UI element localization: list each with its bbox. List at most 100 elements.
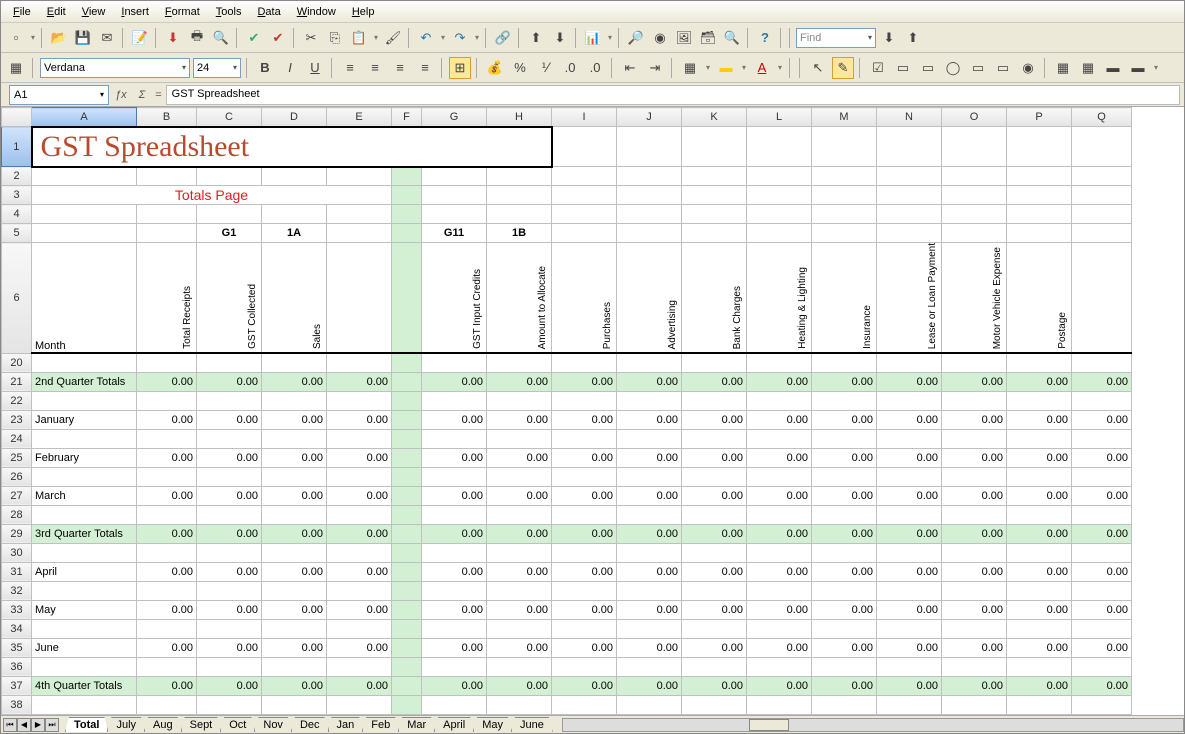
- cell-I34[interactable]: [552, 619, 617, 638]
- horizontal-scrollbar[interactable]: [562, 718, 1184, 732]
- italic-button[interactable]: I: [279, 57, 301, 79]
- cell-F37[interactable]: [392, 676, 422, 695]
- menu-tools[interactable]: Tools: [208, 3, 250, 21]
- cell-N22[interactable]: [877, 391, 942, 410]
- cell-E38[interactable]: [327, 695, 392, 714]
- cell-B27[interactable]: 0.00: [137, 486, 197, 505]
- cell-K24[interactable]: [682, 429, 747, 448]
- cell-O24[interactable]: [942, 429, 1007, 448]
- cell-Q31[interactable]: 0.00: [1072, 562, 1132, 581]
- cell-Q26[interactable]: [1072, 467, 1132, 486]
- row-header-4[interactable]: 4: [2, 205, 32, 224]
- cell-C37[interactable]: 0.00: [197, 676, 262, 695]
- cell-I35[interactable]: 0.00: [552, 638, 617, 657]
- cell-M35[interactable]: 0.00: [812, 638, 877, 657]
- cell-P22[interactable]: [1007, 391, 1072, 410]
- cell-C25[interactable]: 0.00: [197, 448, 262, 467]
- cell-C22[interactable]: [197, 391, 262, 410]
- col-header-F[interactable]: F: [392, 108, 422, 127]
- cell-C26[interactable]: [197, 467, 262, 486]
- cell-O34[interactable]: [942, 619, 1007, 638]
- cell-J23[interactable]: 0.00: [617, 410, 682, 429]
- cell-J26[interactable]: [617, 467, 682, 486]
- menu-window[interactable]: Window: [289, 3, 344, 21]
- cell-N38[interactable]: [877, 695, 942, 714]
- cell-C27[interactable]: 0.00: [197, 486, 262, 505]
- chart-button[interactable]: 📊: [582, 27, 604, 49]
- cell-E28[interactable]: [327, 505, 392, 524]
- save-button[interactable]: 💾: [72, 27, 94, 49]
- cell-B24[interactable]: [137, 429, 197, 448]
- del-decimal-button[interactable]: .0: [584, 57, 606, 79]
- cell-A33[interactable]: May: [32, 600, 137, 619]
- cell-K31[interactable]: 0.00: [682, 562, 747, 581]
- datasource-button[interactable]: 🗃: [697, 27, 719, 49]
- paste-button[interactable]: 📋: [348, 27, 370, 49]
- cell-D38[interactable]: [262, 695, 327, 714]
- cell-D29[interactable]: 0.00: [262, 524, 327, 543]
- cell-A26[interactable]: [32, 467, 137, 486]
- cell-O32[interactable]: [942, 581, 1007, 600]
- cell-D28[interactable]: [262, 505, 327, 524]
- menu-edit[interactable]: Edit: [39, 3, 74, 21]
- row-header-35[interactable]: 35: [2, 638, 32, 657]
- cell-F28[interactable]: [392, 505, 422, 524]
- menu-data[interactable]: Data: [249, 3, 288, 21]
- cell-O38[interactable]: [942, 695, 1007, 714]
- cell-A36[interactable]: [32, 657, 137, 676]
- cell-H20[interactable]: [487, 353, 552, 372]
- tab-last-button[interactable]: ⏭: [45, 718, 59, 732]
- cell-D31[interactable]: 0.00: [262, 562, 327, 581]
- sum-icon[interactable]: Σ: [133, 89, 152, 101]
- cell-G36[interactable]: [422, 657, 487, 676]
- cell-E21[interactable]: 0.00: [327, 372, 392, 391]
- cell-I36[interactable]: [552, 657, 617, 676]
- cell-L36[interactable]: [747, 657, 812, 676]
- zoom-button[interactable]: 🔍: [721, 27, 743, 49]
- cell-C35[interactable]: 0.00: [197, 638, 262, 657]
- cell-M28[interactable]: [812, 505, 877, 524]
- cell-Q39[interactable]: 0.00: [1072, 714, 1132, 715]
- col-header-B[interactable]: B: [137, 108, 197, 127]
- edit-doc-button[interactable]: 📝: [129, 27, 151, 49]
- cell-N26[interactable]: [877, 467, 942, 486]
- cell-P28[interactable]: [1007, 505, 1072, 524]
- cell-P23[interactable]: 0.00: [1007, 410, 1072, 429]
- cell-D37[interactable]: 0.00: [262, 676, 327, 695]
- cell-A32[interactable]: [32, 581, 137, 600]
- cell-J32[interactable]: [617, 581, 682, 600]
- cell-G29[interactable]: 0.00: [422, 524, 487, 543]
- cell-D30[interactable]: [262, 543, 327, 562]
- cell-J34[interactable]: [617, 619, 682, 638]
- cell-D35[interactable]: 0.00: [262, 638, 327, 657]
- cell-M22[interactable]: [812, 391, 877, 410]
- cell-A30[interactable]: [32, 543, 137, 562]
- cell-C28[interactable]: [197, 505, 262, 524]
- cell-F32[interactable]: [392, 581, 422, 600]
- cell-C31[interactable]: 0.00: [197, 562, 262, 581]
- cell-H22[interactable]: [487, 391, 552, 410]
- col-header-L[interactable]: L: [747, 108, 812, 127]
- cell-N32[interactable]: [877, 581, 942, 600]
- cell-L28[interactable]: [747, 505, 812, 524]
- sheet-tab-june[interactable]: June: [511, 717, 553, 732]
- cell-A35[interactable]: June: [32, 638, 137, 657]
- cell-A23[interactable]: January: [32, 410, 137, 429]
- cell-C34[interactable]: [197, 619, 262, 638]
- cell-G32[interactable]: [422, 581, 487, 600]
- col-header-J[interactable]: J: [617, 108, 682, 127]
- export-pdf-button[interactable]: ⬇: [162, 27, 184, 49]
- cell-K29[interactable]: 0.00: [682, 524, 747, 543]
- cell-L24[interactable]: [747, 429, 812, 448]
- cell-O20[interactable]: [942, 353, 1007, 372]
- sheet-tab-july[interactable]: July: [107, 717, 145, 732]
- cell-A22[interactable]: [32, 391, 137, 410]
- cell-F33[interactable]: [392, 600, 422, 619]
- font-size-combo[interactable]: 24▾: [193, 58, 241, 78]
- row-header-32[interactable]: 32: [2, 581, 32, 600]
- cell-P34[interactable]: [1007, 619, 1072, 638]
- cell-O26[interactable]: [942, 467, 1007, 486]
- cell-I29[interactable]: 0.00: [552, 524, 617, 543]
- cell-L37[interactable]: 0.00: [747, 676, 812, 695]
- cell-I37[interactable]: 0.00: [552, 676, 617, 695]
